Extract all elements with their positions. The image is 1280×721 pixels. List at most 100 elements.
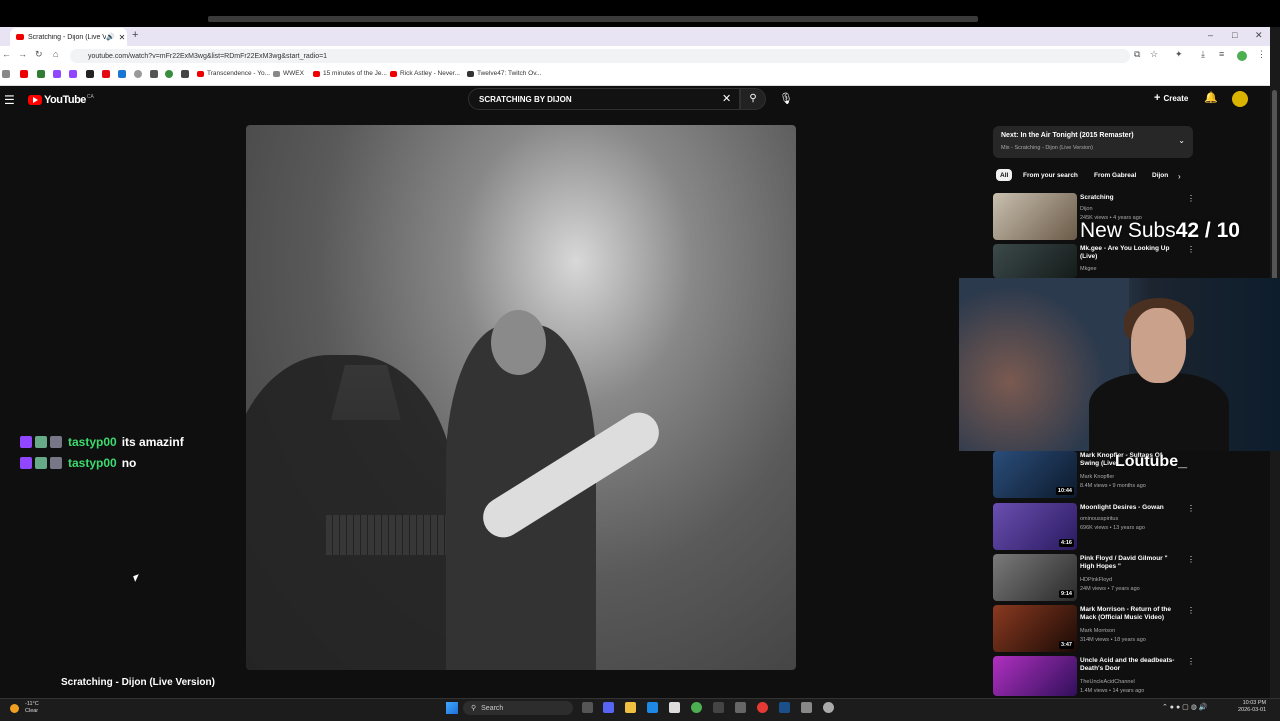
menu-icon[interactable]: ⋮ — [1257, 49, 1266, 60]
badge-icon — [50, 436, 62, 448]
video-duration: 3:47 — [1058, 641, 1074, 649]
extensions-icon[interactable]: ✦ — [1175, 49, 1183, 60]
bookmarks-bar — [0, 66, 1270, 86]
download-icon[interactable]: ⤓ — [1201, 49, 1205, 60]
close-window-icon[interactable]: ✕ — [1255, 30, 1263, 41]
more-options-icon[interactable]: ⋮ — [1187, 245, 1195, 254]
back-icon[interactable]: ← — [2, 49, 11, 59]
bookmark-icon[interactable] — [118, 70, 126, 78]
file-explorer-icon[interactable] — [625, 702, 636, 713]
app-icon[interactable] — [801, 702, 812, 713]
taskbar-clock[interactable]: 10:03 PM 2026-03-01 — [1238, 700, 1266, 714]
bookmark-item[interactable]: Transcendence - Yo... — [197, 70, 270, 77]
video-thumbnail[interactable]: 3:47 — [993, 605, 1077, 652]
system-tray[interactable]: ⌃ ● ● ▢ ◍ 🔊 — [1162, 703, 1207, 711]
reload-icon[interactable]: ↻ — [35, 49, 43, 60]
related-video[interactable]: Mk.gee - Are You Looking Up (Live) Mkgee… — [993, 244, 1195, 278]
bookmark-item[interactable]: WWEX — [273, 70, 304, 77]
install-icon[interactable]: ⧉ — [1134, 49, 1140, 60]
chip-dijon[interactable]: Dijon — [1148, 169, 1178, 181]
more-options-icon[interactable]: ⋮ — [1187, 555, 1195, 564]
forward-icon[interactable]: → — [18, 49, 27, 59]
more-options-icon[interactable]: ⋮ — [1187, 606, 1195, 615]
bookmark-item[interactable]: Rick Astley - Never... — [390, 70, 460, 77]
video-thumbnail[interactable]: 4:16 — [993, 503, 1077, 550]
more-options-icon[interactable]: ⋮ — [1187, 194, 1195, 203]
related-video[interactable]: 3:47 Mark Morrison - Return of the Mack … — [993, 605, 1195, 653]
create-button[interactable]: + Create — [1154, 92, 1188, 104]
bookmark-item[interactable]: 15 minutes of the Je... — [313, 70, 387, 77]
chevron-right-icon[interactable]: › — [1178, 172, 1181, 181]
video-thumbnail[interactable] — [993, 193, 1077, 240]
user-avatar[interactable] — [1232, 91, 1248, 107]
app-icon[interactable] — [735, 702, 746, 713]
related-meta: 8.4M views • 9 months ago — [1080, 483, 1146, 489]
new-tab-button[interactable]: + — [132, 29, 138, 41]
youtube-icon — [390, 70, 397, 77]
chip-from-search[interactable]: From your search — [1019, 169, 1082, 181]
netflix-icon[interactable] — [102, 70, 110, 78]
search-icon: ⚲ — [749, 93, 757, 104]
twitch-icon[interactable] — [53, 70, 61, 78]
xbox-icon[interactable] — [165, 70, 173, 78]
search-button[interactable]: ⚲ — [740, 88, 766, 110]
chat-text: no — [121, 456, 137, 470]
steam-icon[interactable] — [779, 702, 790, 713]
minimize-icon[interactable]: – — [1208, 30, 1213, 40]
voice-search-icon[interactable]: 🎙 — [779, 92, 793, 105]
related-video[interactable]: 4:16 Moonlight Desires - Gowan ominoussp… — [993, 503, 1195, 551]
edge-icon[interactable] — [647, 702, 658, 713]
bookmark-icon[interactable] — [181, 70, 189, 78]
video-thumbnail[interactable] — [993, 656, 1077, 696]
chip-from-gabreal[interactable]: From Gabreal — [1090, 169, 1140, 181]
hamburger-menu-icon[interactable]: ☰ — [4, 93, 15, 107]
more-options-icon[interactable]: ⋮ — [1187, 657, 1195, 666]
twitch-icon[interactable] — [69, 70, 77, 78]
app-icon[interactable] — [713, 702, 724, 713]
related-video[interactable]: Uncle Acid and the deadbeats-Death's Doo… — [993, 656, 1195, 696]
close-tab-icon[interactable]: ✕ — [117, 33, 127, 42]
chrome-icon[interactable] — [691, 702, 702, 713]
related-title: Pink Floyd / David Gilmour " High Hopes … — [1080, 555, 1168, 570]
video-thumbnail[interactable]: 9:14 — [993, 554, 1077, 601]
related-video[interactable]: 9:14 Pink Floyd / David Gilmour " High H… — [993, 554, 1195, 602]
chat-username: tastyp00 — [68, 456, 117, 470]
video-player[interactable] — [246, 125, 796, 670]
maximize-icon[interactable]: □ — [1232, 30, 1237, 40]
app-icon[interactable] — [757, 702, 768, 713]
youtube-logo[interactable]: YouTube CA — [28, 94, 94, 106]
bookmark-icon[interactable] — [134, 70, 142, 78]
address-bar[interactable]: youtube.com/watch?v=mFr22ExM3wg&list=RDm… — [70, 49, 1130, 63]
apps-icon[interactable] — [2, 70, 10, 78]
search-input[interactable]: SCRATCHING BY DIJON — [468, 88, 740, 110]
bookmark-icon[interactable] — [86, 70, 94, 78]
task-view-icon[interactable] — [582, 702, 593, 713]
up-next-panel[interactable]: Next: In the Air Tonight (2015 Remaster)… — [993, 126, 1193, 158]
windows-start-icon[interactable] — [446, 702, 458, 714]
home-icon[interactable]: ⌂ — [53, 49, 58, 59]
store-icon[interactable] — [669, 702, 680, 713]
taskbar-search[interactable]: ⚲ Search — [463, 701, 573, 715]
more-options-icon[interactable]: ⋮ — [1187, 504, 1195, 513]
badge-icon — [35, 457, 47, 469]
chevron-down-icon[interactable]: ⌄ — [1178, 136, 1185, 145]
up-next-subtitle: Mix - Scratching - Dijon (Live Version) — [1001, 145, 1094, 151]
weather-widget[interactable]: -11°C Clear — [10, 701, 39, 715]
clear-search-icon[interactable]: ✕ — [722, 92, 731, 105]
bookmark-star-icon[interactable]: ☆ — [1150, 49, 1158, 60]
bookmark-icon[interactable] — [37, 70, 45, 78]
youtube-bookmark-icon[interactable] — [20, 70, 28, 78]
chip-all[interactable]: All — [996, 169, 1013, 181]
scrollbar-thumb[interactable] — [1272, 90, 1277, 280]
app-icon[interactable] — [823, 702, 834, 713]
chat-message: tastyp00 its amazinf — [20, 435, 184, 449]
profile-avatar[interactable] — [1237, 51, 1247, 61]
video-thumbnail[interactable]: 10:44 — [993, 451, 1077, 498]
media-icon[interactable]: ≡ — [1219, 49, 1224, 59]
browser-tab[interactable]: Scratching - Dijon (Live Ver 🔊 ✕ — [10, 28, 127, 46]
discord-icon[interactable] — [603, 702, 614, 713]
bookmark-item[interactable]: Twelve47: Twitch Ov... — [467, 70, 541, 77]
bookmark-icon[interactable] — [150, 70, 158, 78]
video-thumbnail[interactable] — [993, 244, 1077, 278]
notifications-icon[interactable]: 🔔 — [1204, 91, 1218, 104]
